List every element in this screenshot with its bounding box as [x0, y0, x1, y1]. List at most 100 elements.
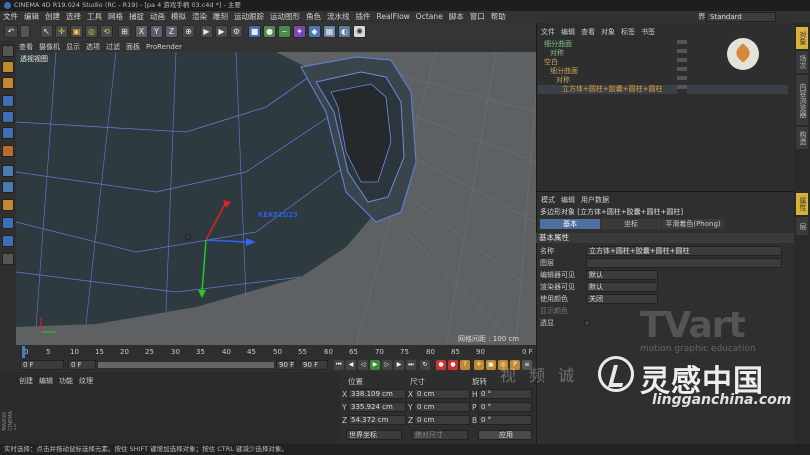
record-keys-icon[interactable]: ● — [436, 360, 446, 370]
axis-y-button[interactable]: Y — [150, 25, 163, 38]
menu-sculpt[interactable]: 雕刻 — [210, 11, 231, 23]
scene-icon[interactable]: ▦ — [323, 25, 336, 38]
size-x-field[interactable]: 0 cm — [414, 389, 470, 399]
end-frame-field[interactable]: 90 F — [276, 360, 296, 370]
tab-basic[interactable]: 基本 — [540, 219, 600, 229]
size-y-field[interactable]: 0 cm — [414, 402, 470, 412]
model-mode-icon[interactable] — [2, 61, 14, 73]
menu-realflow[interactable]: RealFlow — [374, 11, 413, 23]
rot-p-field[interactable]: 0 ° — [478, 402, 532, 412]
tab-takes[interactable]: 场次 — [796, 51, 808, 73]
menu-select[interactable]: 选择 — [63, 11, 84, 23]
rot-b-field[interactable]: 0 ° — [478, 415, 532, 425]
next-key-icon[interactable]: ▶ — [394, 360, 404, 370]
attr-use-color-select[interactable]: 关闭 — [586, 294, 658, 304]
axis-x-button[interactable]: X — [135, 25, 148, 38]
tab-content-browser[interactable]: 内容浏览器 — [796, 75, 808, 125]
object-row[interactable]: 细分曲面 — [538, 67, 578, 76]
redo-button[interactable] — [20, 25, 30, 38]
menu-help[interactable]: 帮助 — [488, 11, 509, 23]
playhead[interactable] — [22, 346, 25, 358]
object-row[interactable]: 对称 — [538, 76, 570, 85]
play-icon[interactable]: ▶ — [370, 360, 380, 370]
attr-layer-field[interactable] — [586, 258, 782, 268]
axis-mode-icon[interactable] — [2, 199, 14, 211]
attr-render-visible-select[interactable]: 默认 — [586, 282, 658, 292]
subdivision-icon[interactable]: ● — [263, 25, 276, 38]
visibility-dots-icon[interactable] — [677, 40, 687, 94]
next-frame-icon[interactable]: ▷ — [382, 360, 392, 370]
coord-system-icon[interactable]: ⊕ — [182, 25, 195, 38]
mat-menu-texture[interactable]: 纹理 — [76, 376, 96, 386]
lock-icon[interactable] — [2, 253, 14, 265]
edges-mode-icon[interactable] — [2, 111, 14, 123]
texture-mode-icon[interactable] — [2, 77, 14, 89]
render-view-icon[interactable]: ▶ — [200, 25, 213, 38]
obj-menu-tag[interactable]: 标签 — [618, 27, 638, 38]
axis-z-button[interactable]: Z — [165, 25, 178, 38]
key-position-icon[interactable]: ✛ — [474, 360, 484, 370]
undo-button[interactable]: ↶ — [4, 25, 18, 38]
prev-frame-icon[interactable]: ◁ — [358, 360, 368, 370]
object-row[interactable]: 细分曲面 — [538, 40, 572, 49]
camera-icon[interactable]: ◐ — [338, 25, 351, 38]
deformer-icon[interactable]: ◆ — [308, 25, 321, 38]
goto-end-icon[interactable]: ⏭ — [406, 360, 416, 370]
auto-key-icon[interactable]: ● — [448, 360, 458, 370]
loop-icon[interactable]: ↻ — [420, 360, 430, 370]
pos-x-field[interactable]: 338.109 cm — [348, 389, 406, 399]
tab-layers[interactable]: 层 — [796, 217, 808, 235]
attr-editor-visible-select[interactable]: 默认 — [586, 270, 658, 280]
obj-menu-edit[interactable]: 编辑 — [558, 27, 578, 38]
goto-start-icon[interactable]: ⏮ — [334, 360, 344, 370]
layout-select[interactable]: Standard — [706, 12, 776, 22]
menu-mograph[interactable]: 运动图形 — [267, 11, 303, 23]
timeline-ruler[interactable]: 0 5 10 15 20 25 30 35 40 45 50 55 60 65 … — [16, 345, 536, 359]
attr-menu-edit[interactable]: 编辑 — [558, 195, 578, 206]
key-selection-icon[interactable]: ? — [460, 360, 470, 370]
rot-h-field[interactable]: 0 ° — [478, 389, 532, 399]
menu-motion-tracking[interactable]: 运动跟踪 — [231, 11, 267, 23]
end-frame-field-2[interactable]: 90 F — [300, 360, 328, 370]
menu-mesh[interactable]: 网格 — [105, 11, 126, 23]
menu-snap[interactable]: 捕捉 — [126, 11, 147, 23]
menu-tools[interactable]: 工具 — [84, 11, 105, 23]
range-slider[interactable] — [98, 362, 274, 368]
start-frame-field[interactable]: 0 F — [68, 360, 96, 370]
object-row[interactable]: 空白 — [538, 58, 558, 67]
object-row[interactable]: 对称 — [538, 49, 564, 58]
obj-menu-object[interactable]: 对象 — [598, 27, 618, 38]
recent-tools-icon[interactable]: ⟲ — [100, 25, 113, 38]
menu-script[interactable]: 脚本 — [446, 11, 467, 23]
mat-menu-function[interactable]: 功能 — [56, 376, 76, 386]
workplane-icon[interactable] — [2, 181, 14, 193]
obj-menu-view[interactable]: 查看 — [578, 27, 598, 38]
key-scale-icon[interactable]: ▣ — [486, 360, 496, 370]
tab-attributes[interactable]: 属性 — [796, 193, 808, 215]
grid-toggle-icon[interactable]: ⊞ — [118, 25, 131, 38]
tab-phong[interactable]: 平滑着色(Phong) — [662, 219, 724, 229]
obj-menu-bookmark[interactable]: 书签 — [638, 27, 658, 38]
menu-edit[interactable]: 编辑 — [21, 11, 42, 23]
size-z-field[interactable]: 0 cm — [414, 415, 470, 425]
menu-octane[interactable]: Octane — [413, 11, 446, 23]
solo-icon[interactable] — [2, 235, 14, 247]
menu-animate[interactable]: 动画 — [147, 11, 168, 23]
menu-render[interactable]: 渲染 — [189, 11, 210, 23]
pos-y-field[interactable]: 335.924 cm — [348, 402, 406, 412]
menu-window[interactable]: 窗口 — [467, 11, 488, 23]
xray-checkbox[interactable] — [584, 320, 590, 326]
menu-simulate[interactable]: 模拟 — [168, 11, 189, 23]
rotate-icon[interactable]: ◎ — [85, 25, 98, 38]
attr-name-field[interactable]: 立方体+圆柱+胶囊+圆柱+圆柱 — [586, 246, 782, 256]
polygons-mode-icon[interactable] — [2, 127, 14, 139]
object-row-selected[interactable]: 立方体+圆柱+胶囊+圆柱+圆柱 — [538, 85, 788, 94]
cube-icon[interactable]: ■ — [248, 25, 261, 38]
points-mode-icon[interactable] — [2, 95, 14, 107]
move-icon[interactable]: ✛ — [55, 25, 68, 38]
current-frame-field[interactable]: 0 F — [20, 360, 64, 370]
make-editable-icon[interactable] — [2, 45, 14, 57]
apply-button[interactable]: 应用 — [478, 430, 532, 440]
menu-file[interactable]: 文件 — [0, 11, 21, 23]
menu-pipeline[interactable]: 流水线 — [324, 11, 353, 23]
